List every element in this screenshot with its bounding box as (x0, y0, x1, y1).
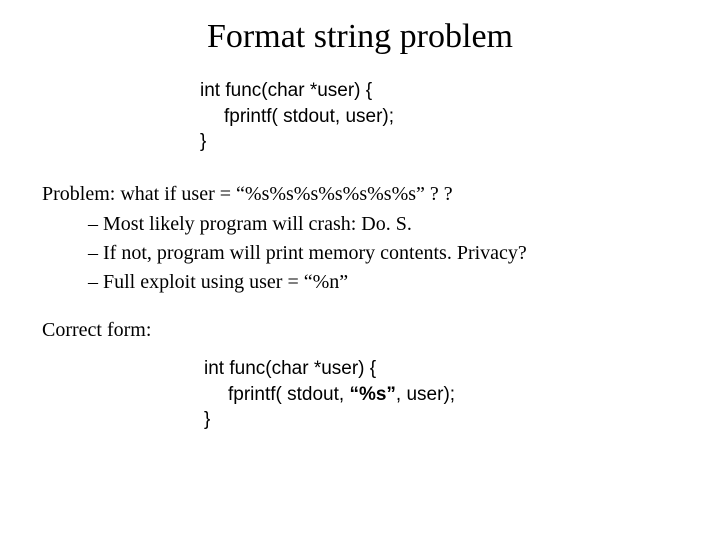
code-text: fprintf( stdout, (228, 384, 349, 405)
code-line: fprintf( stdout, user); (200, 104, 680, 130)
problem-line: Problem: what if user = “%s%s%s%s%s%s%s”… (42, 183, 680, 206)
code-line: int func(char *user) { (204, 356, 680, 382)
code-line: fprintf( stdout, “%s”, user); (204, 382, 680, 408)
bullet-format-string: “%n” (304, 271, 348, 293)
problem-label: Problem: what if user = (42, 183, 236, 205)
code-block-vulnerable: int func(char *user) { fprintf( stdout, … (200, 78, 680, 155)
problem-tail: ? ? (425, 183, 453, 205)
code-line: } (204, 407, 680, 433)
bullet-text: Full exploit using user = (103, 271, 304, 293)
code-line: } (200, 129, 680, 155)
slide-title: Format string problem (40, 18, 680, 56)
problem-bullets: Most likely program will crash: Do. S. I… (88, 210, 680, 297)
bullet-item: Most likely program will crash: Do. S. (88, 210, 680, 239)
problem-format-string: “%s%s%s%s%s%s%s” (236, 183, 425, 205)
bullet-item: If not, program will print memory conten… (88, 239, 680, 268)
code-format-spec: “%s” (349, 384, 395, 405)
code-text: , user); (396, 384, 455, 405)
code-line: int func(char *user) { (200, 78, 680, 104)
correct-form-label: Correct form: (42, 319, 680, 342)
code-block-correct: int func(char *user) { fprintf( stdout, … (204, 356, 680, 433)
bullet-item: Full exploit using user = “%n” (88, 268, 680, 297)
